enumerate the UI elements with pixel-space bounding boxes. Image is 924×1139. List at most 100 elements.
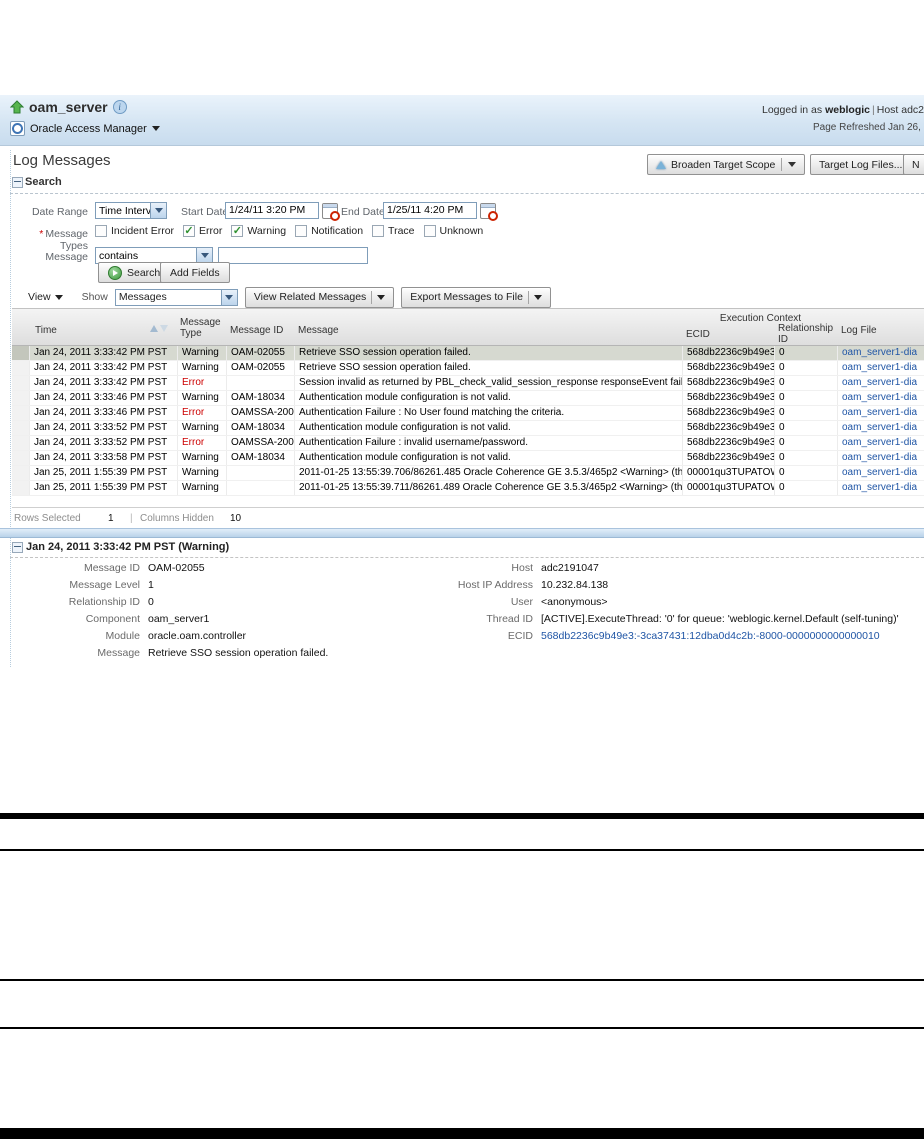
table-row[interactable]: Jan 24, 2011 3:33:42 PM PST Warning OAM-02… [12,346,924,361]
chevron-down-icon [54,294,63,300]
collapse-icon[interactable] [12,176,23,188]
message-text-input[interactable] [218,247,368,264]
chevron-down-icon [533,294,542,300]
add-fields-button[interactable]: Add Fields [160,262,230,283]
log-file-link[interactable]: oam_server1-dia [842,482,917,493]
broaden-scope-icon [656,160,666,169]
checkbox-checked-icon[interactable]: ✓ [183,225,196,237]
col-message-type[interactable]: Message Type [180,317,221,339]
search-section-header[interactable]: Search [12,176,62,188]
detail-fields-left: Message ID OAM-02055 Message Level 1 Relatio… [12,560,442,662]
row-select-gutter [12,376,30,390]
detail-field: Module oracle.oam.controller [12,628,442,645]
cell-relationship-id: 0 [775,481,838,495]
separator [10,557,924,558]
log-file-link[interactable]: oam_server1-dia [842,407,917,418]
detail-field: Component oam_server1 [12,611,442,628]
cell-time: Jan 24, 2011 3:33:42 PM PST [30,376,178,390]
checkbox-unchecked-icon[interactable] [372,225,385,237]
cell-time: Jan 24, 2011 3:33:58 PM PST [30,451,178,465]
end-date-input[interactable]: 1/25/11 4:20 PM [383,202,477,219]
view-menu[interactable]: View [24,291,67,303]
col-message-id[interactable]: Message ID [230,325,283,336]
search-go-icon [108,265,122,280]
table-row[interactable]: Jan 25, 2011 1:55:39 PM PST Warning 2011-0… [12,466,924,481]
show-select[interactable]: Messages [114,288,238,306]
row-select-gutter [12,451,30,465]
checkbox-trace[interactable]: Trace [372,225,415,237]
cell-message-id [227,466,295,480]
cell-ecid: 568db2236c9b49e3 [683,421,775,435]
cell-message: Retrieve SSO session operation failed. [295,346,683,360]
cell-time: Jan 24, 2011 3:33:52 PM PST [30,436,178,450]
partial-button-right[interactable]: N [903,154,924,175]
log-file-link[interactable]: oam_server1-dia [842,377,917,388]
checkbox-unchecked-icon[interactable] [295,225,308,237]
cell-message-type: Warning [178,451,227,465]
target-log-files-button[interactable]: Target Log Files... [810,154,912,175]
info-icon[interactable]: i [112,100,127,114]
col-relationship-id[interactable]: Relationship ID [778,323,833,345]
panel-splitter[interactable] [0,528,924,538]
cell-message-type: Warning [178,361,227,375]
cell-log-file: oam_server1-dia [838,451,924,465]
checkbox-label: Warning [247,225,287,237]
view-related-messages-button[interactable]: View Related Messages [244,286,395,308]
table-row[interactable]: Jan 24, 2011 3:33:46 PM PST Warning OAM-18… [12,391,924,406]
detail-field-value: oracle.oam.controller [148,630,247,642]
table-row[interactable]: Jan 24, 2011 3:33:58 PM PST Warning OAM-18… [12,451,924,466]
col-ecid[interactable]: ECID [686,329,710,340]
sort-desc-icon [160,325,168,332]
col-log-file[interactable]: Log File [841,325,877,336]
table-row[interactable]: Jan 24, 2011 3:33:52 PM PST Error OAMSSA-2… [12,436,924,451]
collapse-icon[interactable] [12,541,23,553]
table-row[interactable]: Jan 24, 2011 3:33:42 PM PST Warning OAM-02… [12,361,924,376]
log-file-link[interactable]: oam_server1-dia [842,392,917,403]
log-file-link[interactable]: oam_server1-dia [842,347,917,358]
cell-ecid: 568db2236c9b49e3 [683,451,775,465]
log-file-link[interactable]: oam_server1-dia [842,452,917,463]
table-row[interactable]: Jan 24, 2011 3:33:46 PM PST Error OAMSSA-2… [12,406,924,421]
date-range-select[interactable]: Time Interval [95,202,167,219]
start-date-label: Start Date [181,206,229,218]
checkbox-warning[interactable]: ✓ Warning [231,225,286,237]
col-message[interactable]: Message [298,325,339,336]
checkbox-error[interactable]: ✓ Error [183,225,222,237]
sort-controls[interactable] [150,325,168,332]
cell-message: 2011-01-25 13:55:39.706/86261.485 Oracle… [295,466,683,480]
checkbox-incident-error[interactable]: Incident Error [95,225,174,237]
cell-message-id: OAMSSA-2002 [227,436,295,450]
cell-message-type: Error [178,436,227,450]
cell-log-file: oam_server1-dia [838,346,924,360]
log-file-link[interactable]: oam_server1-dia [842,437,917,448]
checkbox-unchecked-icon[interactable] [95,225,107,237]
cell-time: Jan 24, 2011 3:33:46 PM PST [30,406,178,420]
broaden-target-scope-button[interactable]: Broaden Target Scope [647,154,806,175]
calendar-icon[interactable] [480,203,498,221]
detail-field-label: Host IP Address [457,579,533,591]
date-range-label: Date Range [31,206,88,218]
up-target-icon[interactable] [10,100,24,114]
detail-header[interactable]: Jan 24, 2011 3:33:42 PM PST (Warning) [12,541,229,553]
log-file-link[interactable]: oam_server1-dia [842,422,917,433]
checkbox-notification[interactable]: Notification [295,225,363,237]
table-row[interactable]: Jan 25, 2011 1:55:39 PM PST Warning 2011-0… [12,481,924,496]
cell-log-file: oam_server1-dia [838,376,924,390]
calendar-icon[interactable] [322,203,340,221]
table-row[interactable]: Jan 24, 2011 3:33:42 PM PST Error Session … [12,376,924,391]
checkbox-checked-icon[interactable]: ✓ [231,225,244,237]
export-messages-button[interactable]: Export Messages to File [401,286,551,308]
cell-relationship-id: 0 [775,376,838,390]
cell-message: Authentication module configuration is n… [295,391,683,405]
start-date-input[interactable]: 1/24/11 3:20 PM [225,202,319,219]
cell-message-id: OAM-02055 [227,346,295,360]
target-context-menu[interactable]: Oracle Access Manager [10,121,160,136]
table-row[interactable]: Jan 24, 2011 3:33:52 PM PST Warning OAM-18… [12,421,924,436]
col-time[interactable]: Time [35,325,57,336]
checkbox-unchecked-icon[interactable] [423,225,436,237]
log-file-link[interactable]: oam_server1-dia [842,467,917,478]
checkbox-unknown[interactable]: Unknown [423,225,483,237]
detail-field-value[interactable]: 568db2236c9b49e3:-3ca37431:12dba0d4c2b:-… [541,628,880,645]
log-file-link[interactable]: oam_server1-dia [842,362,917,373]
checkbox-label: Notification [311,225,364,237]
